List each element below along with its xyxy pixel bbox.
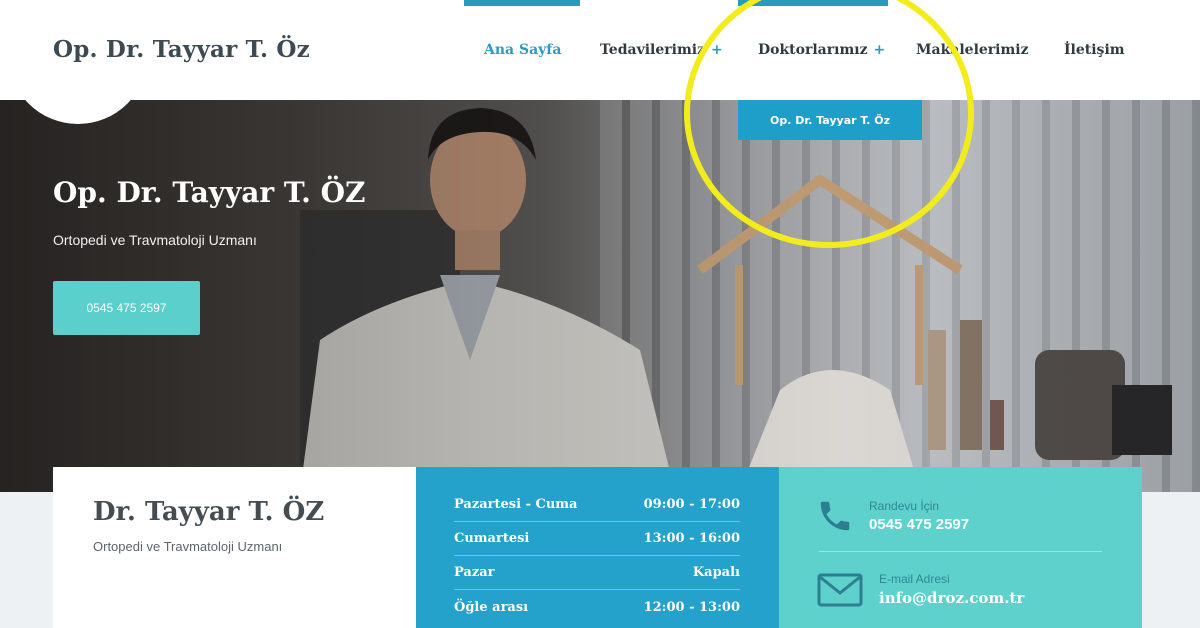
active-nav-indicator	[464, 0, 580, 6]
main-nav: Ana Sayfa Tedavilerimiz + Doktorlarımız + …	[0, 0, 1200, 100]
working-hours: Pazartesi - Cuma 09:00 - 17:00 Cumartesi…	[416, 467, 779, 628]
hours-time: 09:00 - 17:00	[643, 497, 740, 512]
contact-card: Randevu İçin 0545 475 2597 E-mail Adresi…	[779, 467, 1142, 628]
hours-day: Pazartesi - Cuma	[454, 497, 578, 512]
envelope-icon	[817, 573, 863, 607]
hours-day: Cumartesi	[454, 531, 530, 546]
appointment-label: Randevu İçin	[869, 499, 940, 513]
hours-day: Öğle arası	[454, 599, 529, 615]
hours-time: 12:00 - 13:00	[643, 599, 740, 615]
hours-row: Pazar Kapalı	[454, 556, 740, 590]
hours-row: Öğle arası 12:00 - 13:00	[454, 590, 740, 624]
nav-home[interactable]: Ana Sayfa	[484, 42, 561, 58]
nav-contact-label: İletişim	[1064, 42, 1125, 58]
hours-time: Kapalı	[692, 565, 740, 580]
hero-title: Op. Dr. Tayyar T. ÖZ	[53, 176, 366, 209]
doctor-name: Dr. Tayyar T. ÖZ	[93, 497, 325, 527]
nav-contact[interactable]: İletişim	[1064, 42, 1125, 58]
email-address[interactable]: info@droz.com.tr	[879, 589, 1024, 607]
hours-row: Cumartesi 13:00 - 16:00	[454, 522, 740, 556]
contact-divider	[819, 551, 1102, 552]
appointment-phone[interactable]: 0545 475 2597	[869, 516, 969, 533]
info-band: Dr. Tayyar T. ÖZ Ortopedi ve Travmatoloj…	[53, 467, 1142, 628]
email-label: E-mail Adresi	[879, 572, 950, 586]
doctor-card: Dr. Tayyar T. ÖZ Ortopedi ve Travmatoloj…	[53, 467, 416, 628]
nav-treatments-label: Tedavilerimiz	[600, 42, 706, 58]
hours-day: Pazar	[454, 565, 495, 580]
hours-row: Pazartesi - Cuma 09:00 - 17:00	[454, 488, 740, 522]
hours-time: 13:00 - 16:00	[643, 531, 740, 546]
doctor-specialty: Ortopedi ve Travmatoloji Uzmanı	[93, 539, 283, 554]
call-button[interactable]: 0545 475 2597	[53, 281, 200, 335]
hero-subtitle: Ortopedi ve Travmatoloji Uzmanı	[53, 232, 257, 248]
nav-home-label: Ana Sayfa	[484, 42, 562, 58]
phone-icon	[820, 501, 850, 531]
